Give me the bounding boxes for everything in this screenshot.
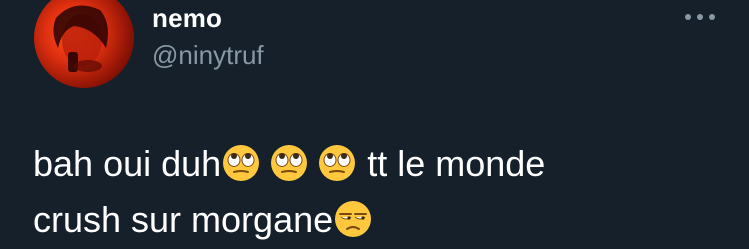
avatar[interactable]	[34, 0, 134, 88]
face-with-rolling-eyes-icon	[317, 143, 357, 183]
user-handle[interactable]: @ninytruf	[152, 40, 264, 71]
tweet: nemo @ninytruf bah oui duh tt le monde c…	[0, 0, 749, 249]
face-with-rolling-eyes-icon	[221, 143, 261, 183]
tweet-text-line-1: bah oui duh tt le monde	[33, 136, 733, 192]
text-segment: tt le monde	[357, 143, 546, 184]
display-name[interactable]: nemo	[152, 3, 222, 34]
face-with-rolling-eyes-icon	[269, 143, 309, 183]
tweet-text-line-2: crush sur morgane	[33, 192, 733, 248]
text-segment: bah oui duh	[33, 143, 222, 184]
unamused-face-icon	[333, 199, 373, 239]
text-segment: crush sur morgane	[33, 199, 334, 240]
more-dots-icon	[685, 14, 715, 20]
tweet-text: bah oui duh tt le monde crush sur morgan…	[33, 136, 733, 248]
more-options-button[interactable]	[680, 4, 720, 30]
profile-photo	[53, 5, 108, 72]
